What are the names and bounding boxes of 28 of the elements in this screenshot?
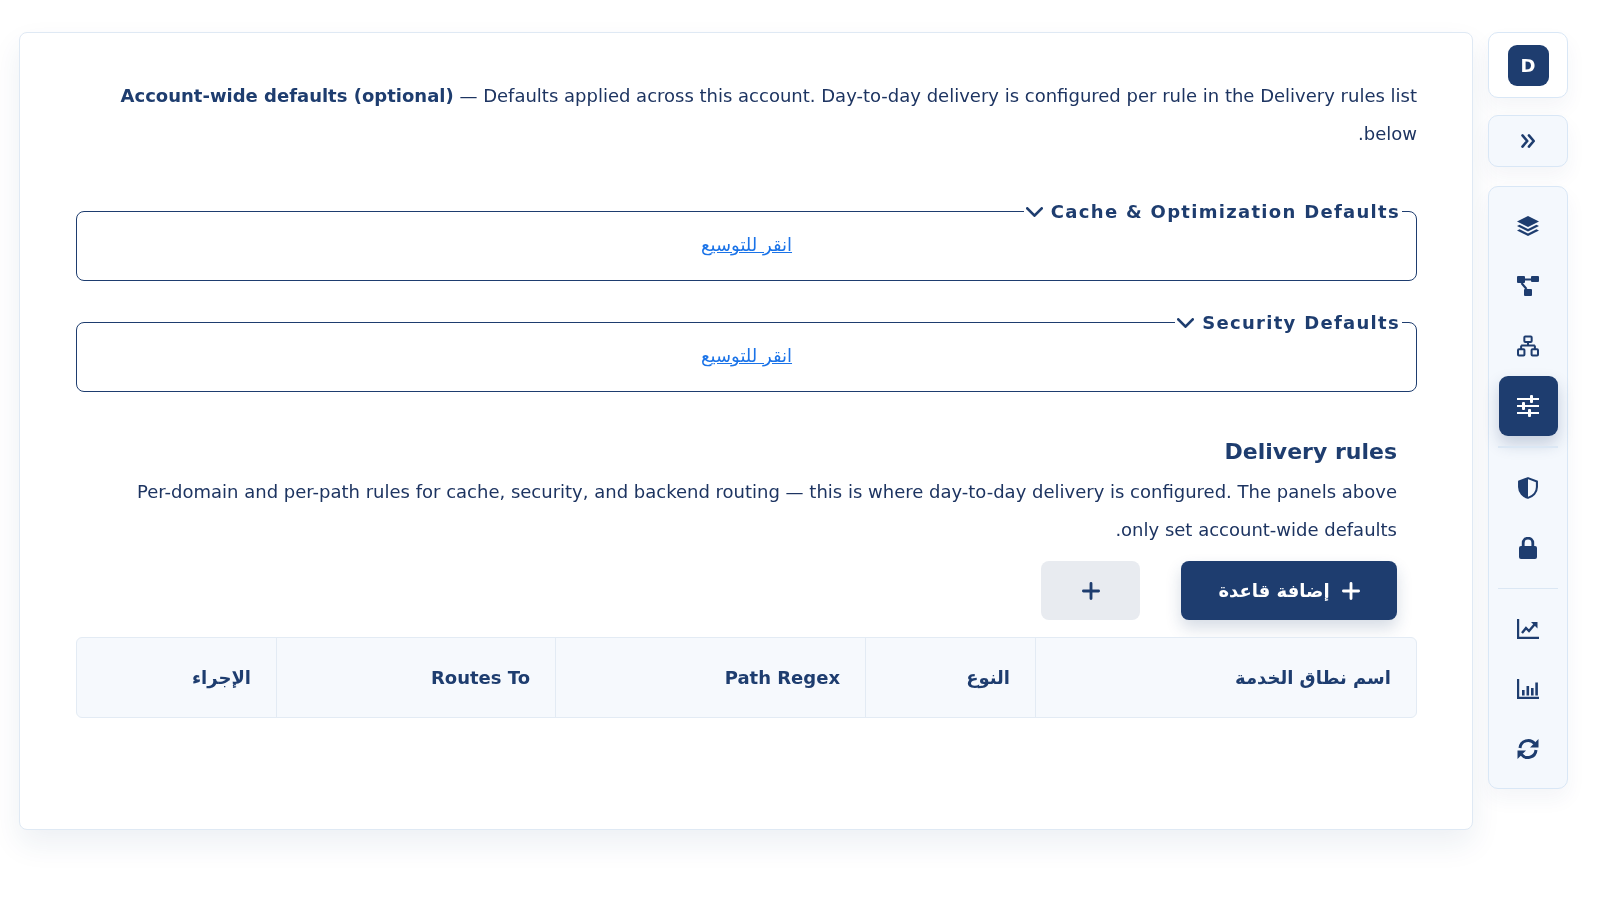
shield-icon	[1517, 476, 1539, 499]
column-header: Path Regex	[555, 638, 865, 717]
section-description: Per-domain and per-path rules for cache, security, and backend routing — this is where day-to-day delivery is configured. The panels above only set account-wide defaults.	[136, 480, 1397, 542]
expand-sidebar-button[interactable]	[1488, 115, 1568, 167]
plus-icon	[1341, 581, 1360, 600]
line-chart-icon	[1517, 618, 1539, 640]
sitemap-icon	[1517, 335, 1539, 357]
column-header: النوع	[865, 638, 1035, 717]
diagram-icon	[1517, 275, 1539, 297]
intro-text: Account-wide defaults (optional) — Defaults applied across this account. Day-to-day delivery is configured per rule in the Delivery rules list below.	[119, 84, 1417, 146]
column-header: Routes To	[276, 638, 555, 717]
column-header: الإجراء	[190, 666, 252, 691]
column-header: اسم نطاق الخدمة	[1035, 638, 1416, 717]
panel-toggle[interactable]: Security Defaults	[1177, 312, 1400, 333]
layers-icon	[1517, 215, 1539, 237]
sliders-icon	[1517, 395, 1539, 417]
section-title: Delivery rules	[1223, 438, 1397, 466]
avatar[interactable]: D	[1507, 44, 1549, 86]
expand-link[interactable]: انقر للتوسيع	[701, 228, 793, 262]
nav-item[interactable]	[1498, 376, 1558, 436]
lock-icon	[1517, 536, 1539, 559]
plus-icon	[1081, 581, 1100, 600]
expand-link[interactable]: انقر للتوسيع	[701, 339, 793, 373]
panel-toggle[interactable]: Cache & Optimization Defaults	[1025, 201, 1400, 222]
refresh-icon	[1517, 738, 1539, 760]
double-chevron-icon	[1520, 134, 1536, 148]
add-rule-button[interactable]: إضافة قاعدة	[1181, 561, 1397, 620]
bar-chart-icon	[1517, 678, 1539, 700]
